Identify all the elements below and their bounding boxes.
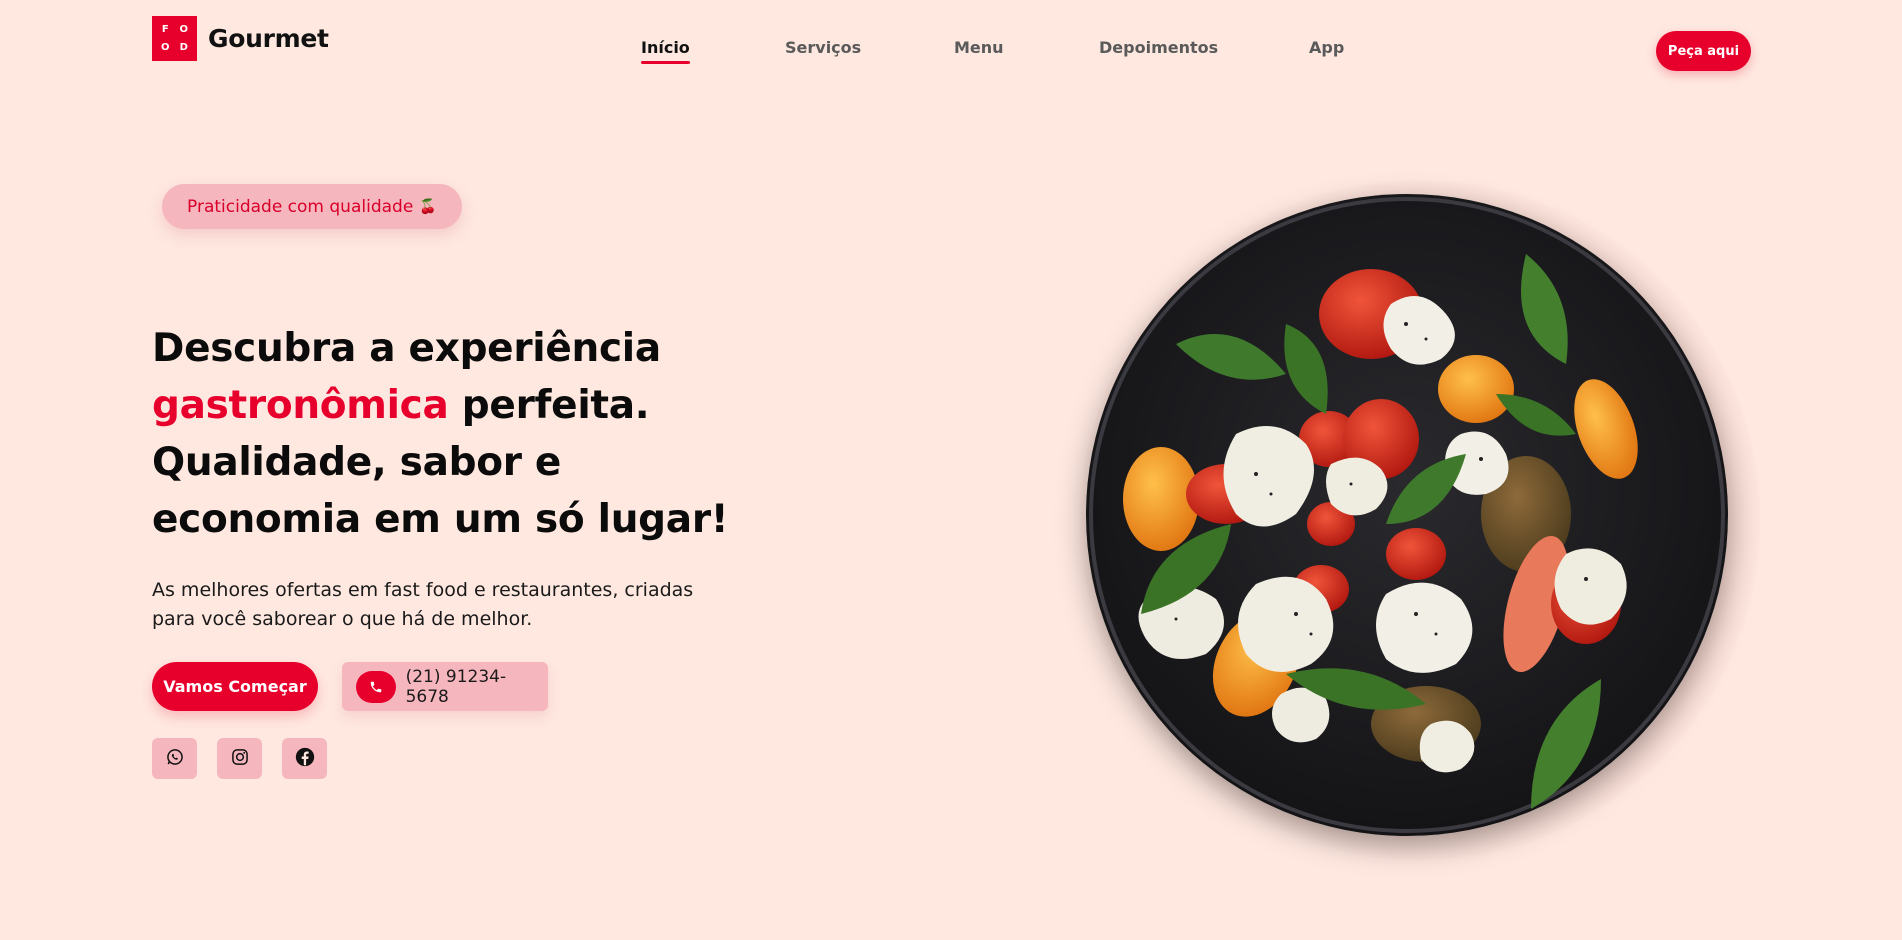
start-button[interactable]: Vamos Começar [152, 662, 318, 711]
salad-plate-image [1086, 194, 1728, 836]
hero-subtext: As melhores ofertas em fast food e resta… [152, 579, 694, 630]
nav-item-depoimentos[interactable]: Depoimentos [1099, 38, 1218, 57]
hero-badge: Praticidade com qualidade 🍒 [162, 184, 462, 229]
cherry-icon: 🍒 [419, 198, 437, 215]
nav-item-app[interactable]: App [1309, 38, 1344, 57]
whatsapp-link[interactable] [152, 738, 197, 779]
headline-line3: Qualidade, sabor e [152, 440, 562, 485]
headline-line4: economia em um só lugar! [152, 497, 729, 542]
order-button[interactable]: Peça aqui [1656, 31, 1751, 71]
nav-item-inicio[interactable]: Início [641, 38, 690, 64]
facebook-icon [294, 746, 316, 772]
instagram-icon [230, 747, 250, 771]
badge-text: Praticidade com qualidade [187, 196, 414, 217]
phone-number: (21) 91234-5678 [405, 666, 507, 707]
nav-item-menu[interactable]: Menu [954, 38, 1004, 57]
headline-accent: gastronômica [152, 383, 449, 428]
logo-letter: F [161, 23, 169, 35]
phone-button[interactable]: (21) 91234-5678 [342, 662, 548, 711]
logo-letter: O [179, 23, 188, 35]
headline-line1: Descubra a experiência [152, 326, 661, 371]
hero-headline: Descubra a experiência gastronômica perf… [152, 320, 752, 548]
headline-line2-rest: perfeita. [448, 383, 650, 428]
salad-illustration [1089, 197, 1725, 833]
facebook-link[interactable] [282, 738, 327, 779]
main-nav: Início Serviços Menu Depoimentos App [0, 38, 1902, 68]
phone-icon [356, 670, 396, 703]
site-header: F O O D Gourmet Início Serviços Menu Dep… [0, 0, 1902, 100]
nav-item-servicos[interactable]: Serviços [785, 38, 861, 57]
hero-image [1050, 180, 1760, 860]
instagram-link[interactable] [217, 738, 262, 779]
whatsapp-icon [165, 747, 185, 771]
